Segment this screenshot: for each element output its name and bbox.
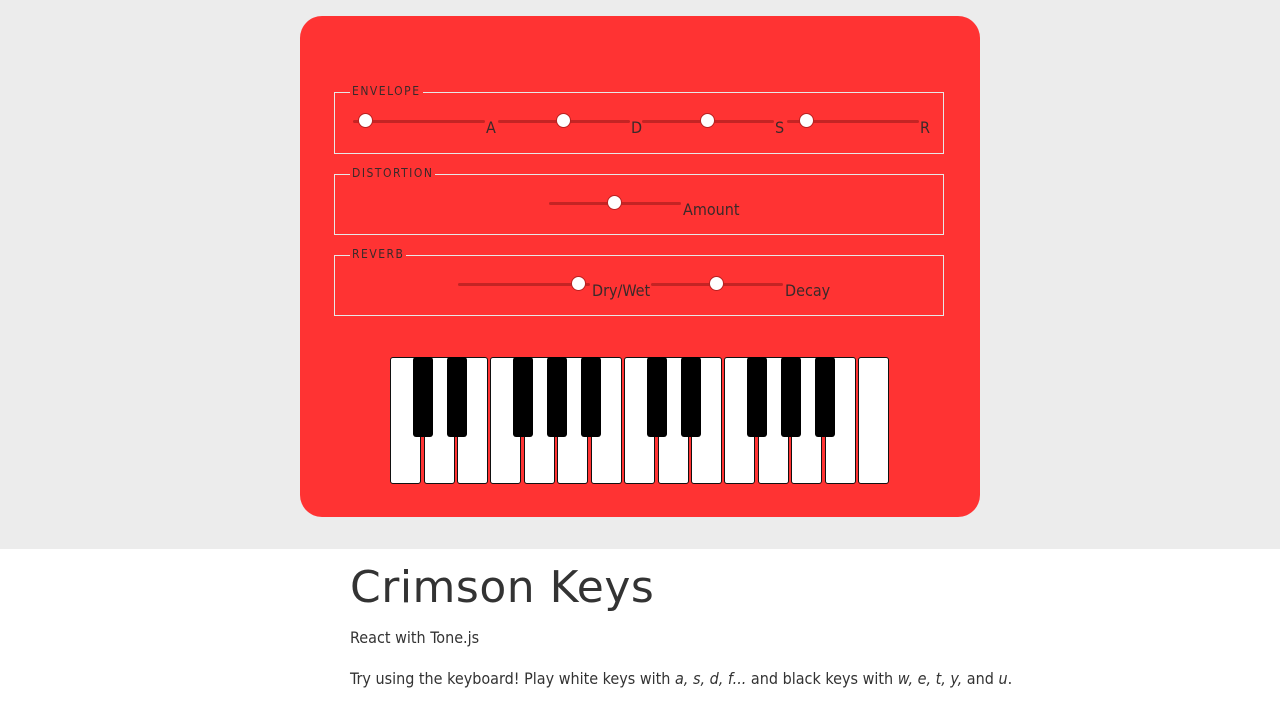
white-key[interactable] <box>858 357 889 484</box>
slider-track <box>458 283 590 286</box>
black-key[interactable] <box>781 357 801 437</box>
attack-label: A <box>486 118 496 137</box>
black-key[interactable] <box>547 357 567 437</box>
black-key[interactable] <box>647 357 667 437</box>
page-title: Crimson Keys <box>350 562 655 613</box>
piano-keyboard <box>390 357 890 485</box>
black-key[interactable] <box>681 357 701 437</box>
synth-panel: ENVELOPE A D S R DISTORTION Amount REVER… <box>300 16 980 517</box>
slider-thumb[interactable] <box>556 113 571 128</box>
slider-thumb[interactable] <box>607 195 622 210</box>
tip-prefix: Try using the keyboard! Play white keys … <box>350 669 675 688</box>
envelope-group: ENVELOPE A D S R <box>334 84 944 154</box>
page-content: Crimson Keys React with Tone.js Try usin… <box>350 560 1050 688</box>
distortion-legend: DISTORTION <box>350 166 436 180</box>
black-key[interactable] <box>447 357 467 437</box>
tip-and: and <box>962 669 999 688</box>
black-key[interactable] <box>413 357 433 437</box>
envelope-legend: ENVELOPE <box>350 84 423 98</box>
slider-thumb[interactable] <box>571 276 587 291</box>
distortion-amount-label: Amount <box>683 200 740 219</box>
reverb-legend: REVERB <box>350 247 407 261</box>
black-key[interactable] <box>747 357 767 437</box>
reverb-group: REVERB Dry/Wet Decay <box>334 247 944 316</box>
distortion-amount-slider[interactable] <box>549 194 681 214</box>
tip-end: . <box>1007 669 1013 688</box>
distortion-group: DISTORTION Amount <box>334 166 944 235</box>
tip-white-keys: a, s, d, f... <box>674 669 747 688</box>
tip-last-key: u <box>998 669 1008 688</box>
keyboard-tip: Try using the keyboard! Play white keys … <box>350 669 1050 688</box>
black-key[interactable] <box>815 357 835 437</box>
sustain-slider[interactable] <box>642 112 774 132</box>
decay-slider[interactable] <box>498 112 630 132</box>
sustain-label: S <box>775 118 785 137</box>
slider-thumb[interactable] <box>709 276 724 291</box>
black-key[interactable] <box>513 357 533 437</box>
reverb-drywet-slider[interactable] <box>458 275 590 295</box>
slider-thumb[interactable] <box>798 113 814 128</box>
synth-stage: ENVELOPE A D S R DISTORTION Amount REVER… <box>0 0 1280 549</box>
black-key[interactable] <box>581 357 601 437</box>
release-label: R <box>920 118 930 137</box>
tip-middle: and black keys with <box>746 669 898 688</box>
page-subtitle: React with Tone.js <box>350 628 480 647</box>
attack-slider[interactable] <box>353 112 485 132</box>
tip-black-keys: w, e, t, y, <box>897 669 963 688</box>
reverb-decay-slider[interactable] <box>651 275 783 295</box>
reverb-decay-label: Decay <box>785 281 831 300</box>
reverb-drywet-label: Dry/Wet <box>592 281 651 300</box>
slider-thumb[interactable] <box>358 113 374 128</box>
decay-label: D <box>631 118 643 137</box>
slider-thumb[interactable] <box>700 113 715 128</box>
release-slider[interactable] <box>787 112 919 132</box>
